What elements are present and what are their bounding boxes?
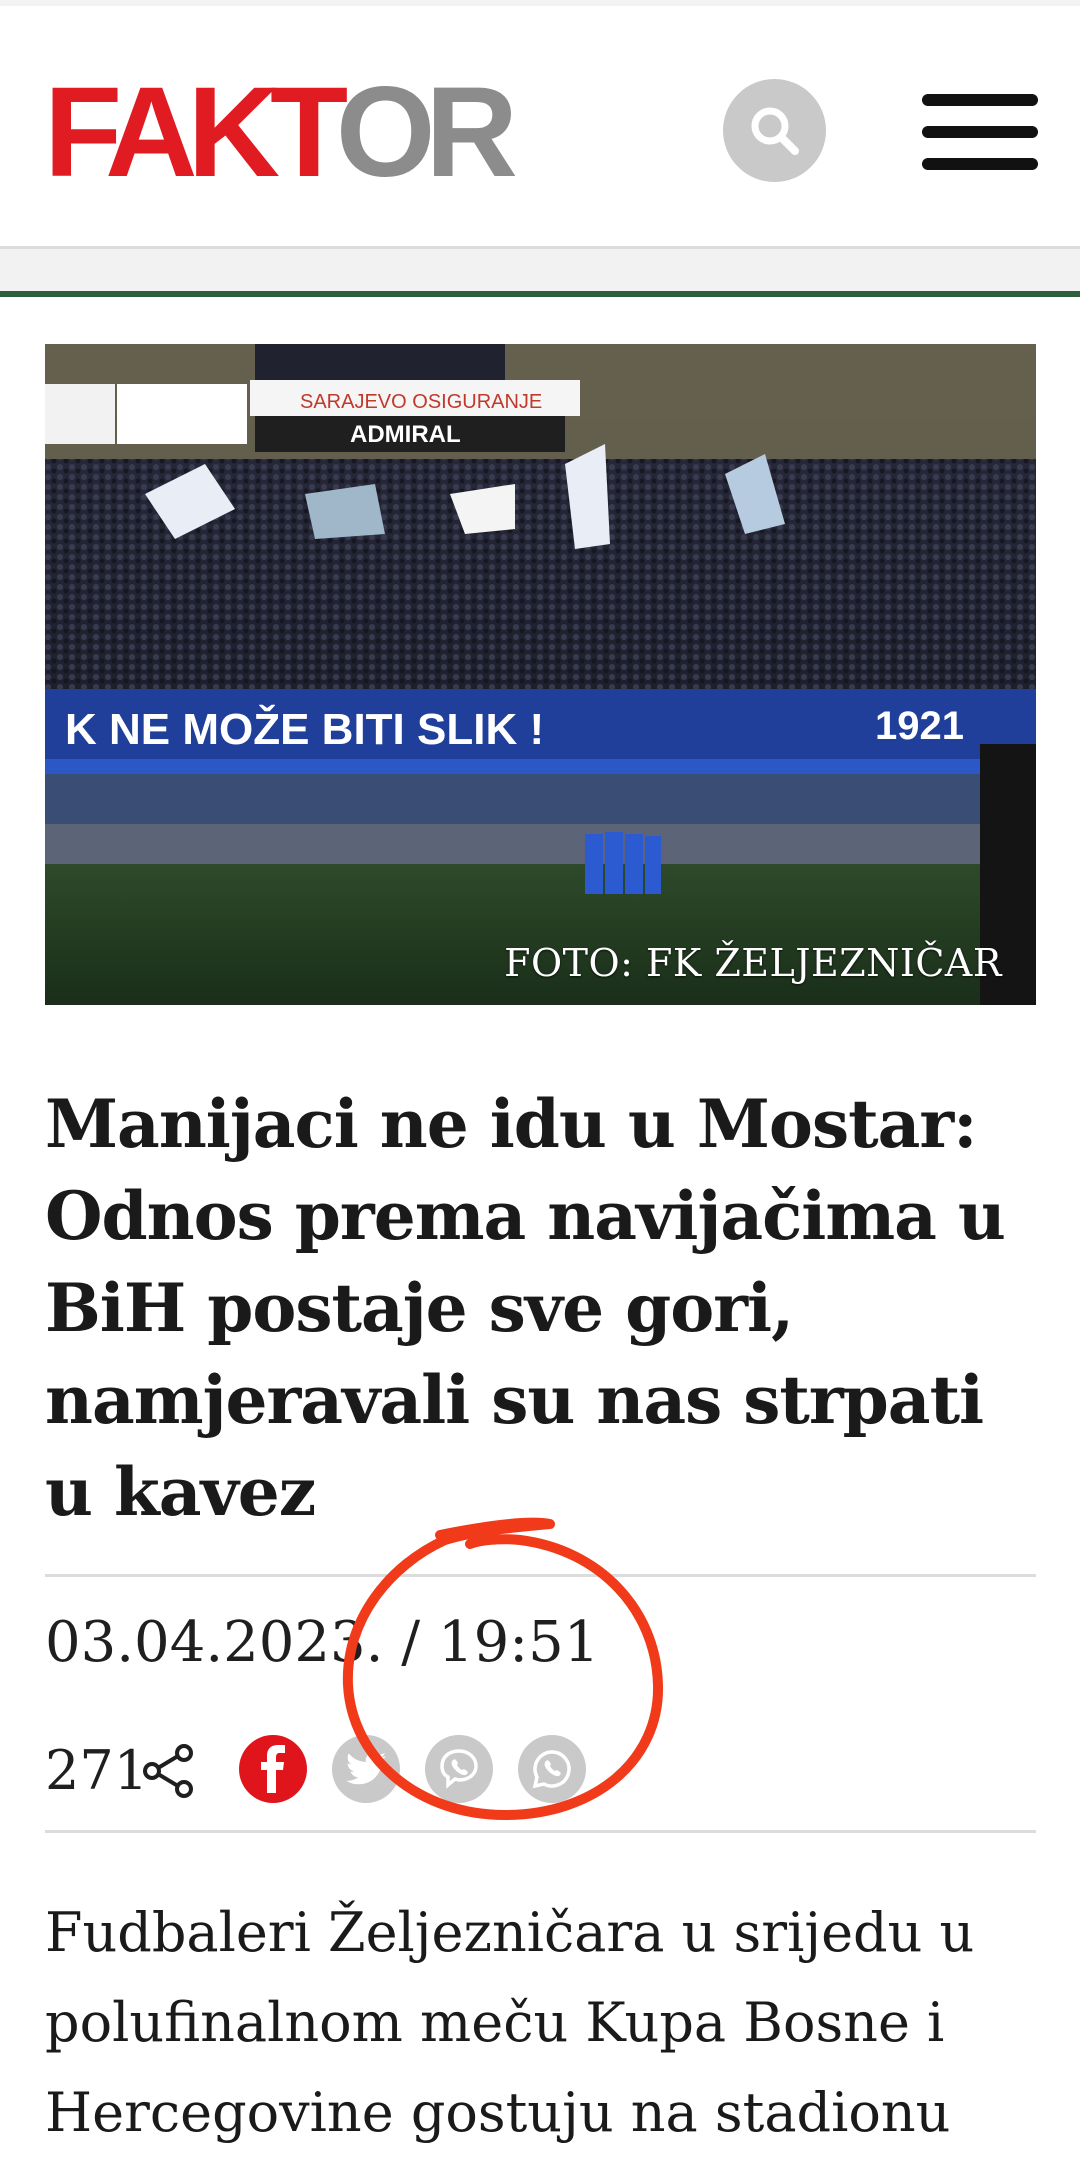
share-row: 271	[45, 1735, 645, 1805]
article-body-preview: Fudbaleri Željezničara u srijedu u poluf…	[45, 1888, 1045, 2158]
facebook-icon	[261, 1745, 285, 1793]
article-date: 03.04.2023.	[45, 1610, 384, 1675]
viber-share-button[interactable]	[425, 1735, 493, 1803]
ad-board-text: SARAJEVO OSIGURANJE	[300, 391, 542, 413]
logo-text-red: FAKT	[44, 61, 346, 204]
hamburger-menu-icon	[922, 94, 1038, 106]
stadium-photo: K NE MOŽE BITI SLIK ! 1921 SARAJEVO OSIG…	[45, 344, 1036, 1005]
facebook-share-button[interactable]	[239, 1735, 307, 1803]
site-logo[interactable]: FAKTOR	[44, 68, 518, 198]
body-line: polufinalnom meču Kupa Bosne i	[45, 1991, 945, 2054]
banner-year: 1921	[875, 704, 964, 748]
meta-divider-bottom	[45, 1830, 1036, 1833]
header-gap	[0, 249, 1080, 291]
hamburger-bar	[922, 126, 1038, 138]
share-icon[interactable]	[140, 1743, 196, 1799]
body-line: Hercegovine gostuju na stadionu	[45, 2081, 951, 2144]
datetime-separator: /	[401, 1610, 421, 1675]
article-hero-image[interactable]: K NE MOŽE BITI SLIK ! 1921 SARAJEVO OSIG…	[45, 344, 1036, 1005]
ad-board-text: ADMIRAL	[350, 421, 461, 448]
twitter-icon	[346, 1752, 386, 1785]
search-button[interactable]	[723, 79, 826, 182]
accent-line	[0, 291, 1080, 297]
search-icon	[751, 107, 799, 155]
meta-divider-top	[45, 1574, 1036, 1577]
article-datetime: 03.04.2023. / 19:51	[45, 1610, 599, 1675]
article-time: 19:51	[437, 1610, 600, 1675]
whatsapp-share-button[interactable]	[518, 1735, 586, 1803]
twitter-share-button[interactable]	[332, 1735, 400, 1803]
photo-credit: FOTO: FK ŽELJEZNIČAR	[504, 941, 1002, 985]
hamburger-bar	[922, 158, 1038, 170]
article-title: Manijaci ne idu u Mostar: Odnos prema na…	[45, 1085, 1006, 1531]
banner-text: K NE MOŽE BITI SLIK !	[65, 704, 544, 754]
share-count: 271	[45, 1739, 149, 1802]
logo-text-gray: OR	[335, 61, 518, 204]
whatsapp-icon	[532, 1750, 571, 1789]
site-header: FAKTOR	[0, 6, 1080, 246]
viber-icon	[440, 1749, 478, 1789]
hamburger-menu-button[interactable]	[922, 94, 1038, 174]
body-line: Fudbaleri Željezničara u srijedu u	[45, 1901, 975, 1964]
